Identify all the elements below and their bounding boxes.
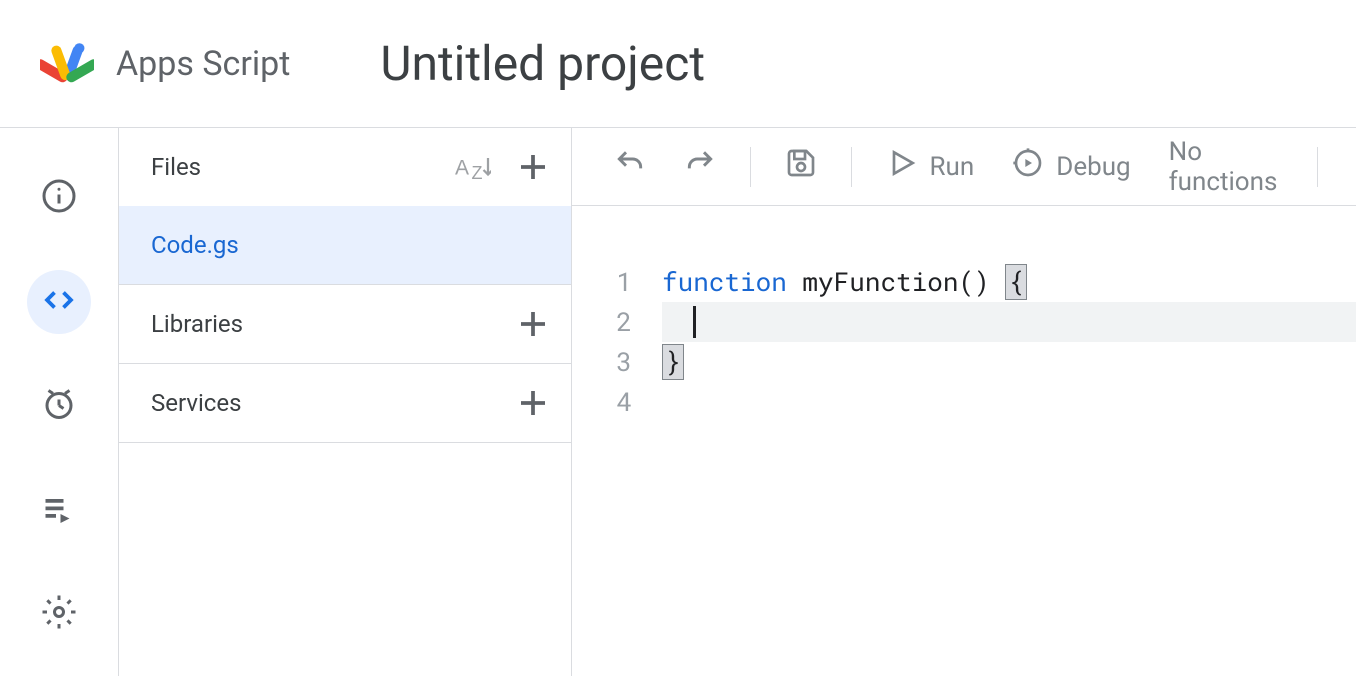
nav-settings[interactable] — [27, 582, 91, 646]
sort-az-icon[interactable]: AZ — [455, 153, 491, 181]
files-section: Files AZ Code.gs — [119, 128, 571, 285]
save-button[interactable] — [771, 139, 831, 194]
libraries-section: Libraries — [119, 285, 571, 364]
debug-label: Debug — [1056, 152, 1130, 182]
function-selector-label: No functions — [1169, 137, 1284, 197]
apps-script-logo — [40, 37, 94, 91]
code-line[interactable]: 2 — [572, 302, 1356, 342]
code-content[interactable]: } — [662, 342, 1356, 382]
libraries-section-title: Libraries — [151, 310, 243, 338]
line-number: 4 — [572, 382, 662, 422]
toolbar-divider — [1317, 147, 1318, 187]
code-content[interactable] — [662, 302, 1356, 342]
debug-button[interactable]: Debug — [998, 139, 1144, 194]
code-content[interactable]: function myFunction() { — [662, 262, 1356, 302]
redo-button[interactable] — [670, 139, 730, 194]
services-section-title: Services — [151, 389, 241, 417]
nav-overview[interactable] — [27, 166, 91, 230]
svg-text:Z: Z — [472, 163, 483, 181]
code-icon — [41, 282, 77, 322]
services-section: Services — [119, 364, 571, 443]
svg-text:A: A — [455, 157, 469, 180]
app-header: Apps Script Untitled project — [0, 0, 1356, 128]
nav-executions[interactable] — [27, 478, 91, 542]
toolbar-divider — [750, 147, 751, 187]
file-item-code-gs[interactable]: Code.gs — [119, 206, 571, 284]
debug-icon — [1012, 147, 1044, 186]
code-line[interactable]: 4 — [572, 382, 1356, 422]
editor-area: Run Debug No functions 1function myFunct… — [572, 128, 1356, 676]
nav-triggers[interactable] — [27, 374, 91, 438]
nav-editor[interactable] — [27, 270, 91, 334]
clock-icon — [41, 386, 77, 426]
code-editor[interactable]: 1function myFunction() {2 3}4 — [572, 206, 1356, 676]
save-icon — [785, 147, 817, 186]
code-line[interactable]: 1function myFunction() { — [572, 262, 1356, 302]
playlist-icon — [41, 490, 77, 530]
editor-toolbar: Run Debug No functions — [572, 128, 1356, 206]
line-number: 1 — [572, 262, 662, 302]
add-service-icon[interactable] — [515, 385, 551, 421]
undo-button[interactable] — [600, 139, 660, 194]
code-content[interactable] — [662, 382, 1356, 422]
function-selector[interactable]: No functions — [1155, 129, 1298, 205]
toolbar-divider — [851, 147, 852, 187]
run-button[interactable]: Run — [872, 139, 989, 194]
add-file-icon[interactable] — [515, 149, 551, 185]
text-cursor — [693, 306, 696, 338]
file-sidebar: Files AZ Code.gs Libraries Services — [119, 128, 572, 676]
files-section-title: Files — [151, 153, 201, 181]
play-icon — [886, 147, 918, 186]
redo-icon — [684, 147, 716, 186]
code-line[interactable]: 3} — [572, 342, 1356, 382]
undo-icon — [614, 147, 646, 186]
gear-icon — [41, 594, 77, 634]
run-label: Run — [930, 152, 975, 182]
info-icon — [41, 178, 77, 218]
left-nav — [0, 128, 119, 676]
add-library-icon[interactable] — [515, 306, 551, 342]
line-number: 3 — [572, 342, 662, 382]
line-number: 2 — [572, 302, 662, 342]
product-name: Apps Script — [116, 44, 290, 84]
project-title[interactable]: Untitled project — [380, 35, 705, 92]
